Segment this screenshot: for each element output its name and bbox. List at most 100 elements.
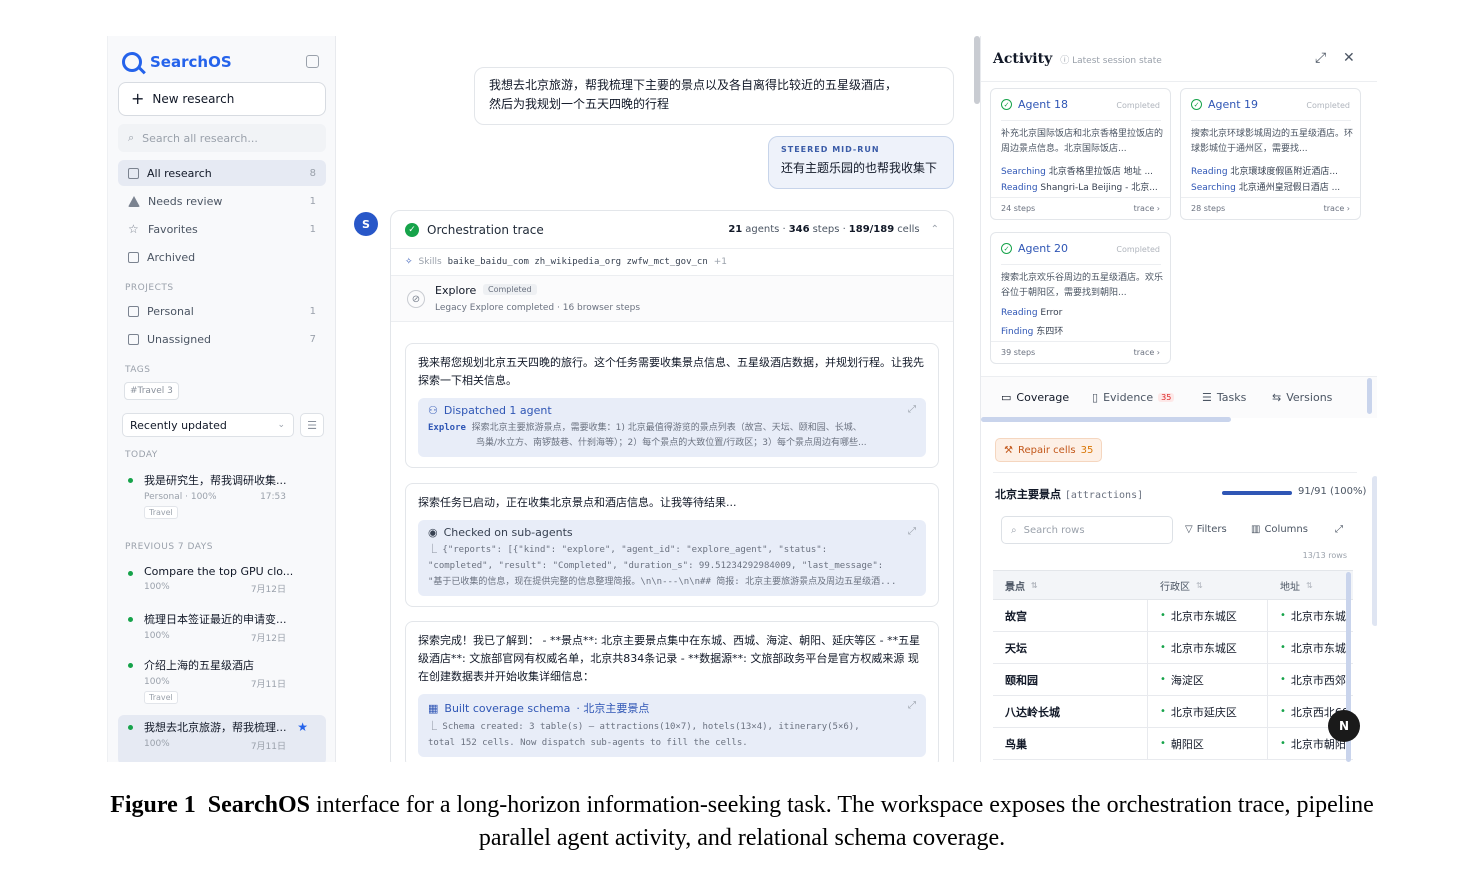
tool-call-schema[interactable]: ▦ Built coverage schema · 北京主要景点 ⤢ ⎿ Schem… bbox=[418, 694, 926, 757]
favorite-star-icon[interactable]: ★ bbox=[297, 720, 308, 734]
status-dot bbox=[128, 478, 133, 483]
status-dot: • bbox=[1160, 674, 1166, 685]
floating-badge[interactable]: N bbox=[1328, 710, 1360, 742]
table-cell[interactable]: • 北京市东城区 bbox=[1148, 600, 1268, 631]
action-verb: Searching bbox=[1191, 183, 1236, 193]
tool-call-check[interactable]: ◉ Checked on sub-agents ⤢ ⎿ {"reports": [… bbox=[418, 520, 926, 596]
agent-action: Reading Error bbox=[1001, 308, 1163, 318]
expand-icon[interactable]: ⤢ bbox=[1335, 524, 1343, 535]
skills-list: baike_baidu_com zh_wikipedia_org zwfw_mc… bbox=[447, 257, 708, 267]
search-input[interactable]: ⌕ Search all research... bbox=[118, 124, 326, 152]
table-cell[interactable]: • 北京市东城区 bbox=[1148, 632, 1268, 663]
agent-card[interactable]: ✓ Agent 18 Completed 补充北京国际饭店和北京香格里拉饭店的周边… bbox=[990, 88, 1171, 220]
search-rows-input[interactable]: ⌕ Search rows bbox=[1001, 516, 1173, 544]
nav-all-research[interactable]: All research 8 bbox=[118, 160, 326, 186]
history-item[interactable]: 梳理日本签证最近的申请变... 100% 7月12日 bbox=[118, 607, 326, 645]
cell-value: 北京市延庆区 bbox=[1170, 705, 1237, 719]
tab-coverage[interactable]: ▭ Coverage bbox=[1001, 391, 1069, 404]
agent-status: Completed bbox=[1306, 101, 1350, 110]
filters-button[interactable]: ▽ Filters bbox=[1185, 524, 1227, 535]
history-item[interactable]: Compare the top GPU clo... 100% 7月12日 bbox=[118, 561, 326, 596]
table-row[interactable]: 天坛 • 北京市东城区 • 北京市东城 bbox=[993, 632, 1353, 664]
trace-header[interactable]: ✓ Orchestration trace 21 agents · 346 step… bbox=[391, 211, 953, 249]
table-cell[interactable]: 鸟巢 bbox=[993, 728, 1148, 759]
table-row[interactable]: 鸟巢 • 朝阳区 • 北京市朝阳 bbox=[993, 728, 1353, 760]
trace-link[interactable]: trace › bbox=[1134, 204, 1160, 213]
table-cell[interactable]: 故宫 bbox=[993, 600, 1148, 631]
history-item-active[interactable]: 我想去北京旅游，帮我梳理... ★ 100% 7月11日 bbox=[118, 715, 326, 762]
history-time: 7月12日 bbox=[250, 585, 286, 595]
users-icon: ⚇ bbox=[428, 404, 438, 417]
collapse-sidebar-icon[interactable] bbox=[306, 55, 319, 68]
table-cell[interactable]: 颐和园 bbox=[993, 664, 1148, 695]
nav-archived[interactable]: Archived bbox=[118, 244, 326, 270]
nav-needs-review[interactable]: Needs review 1 bbox=[118, 188, 326, 214]
table-cell[interactable]: • 北京市东城 bbox=[1268, 632, 1353, 663]
check-circle-icon: ✓ bbox=[405, 222, 419, 237]
tab-versions[interactable]: ⇆ Versions bbox=[1272, 391, 1332, 404]
tab-tasks[interactable]: ☰ Tasks bbox=[1202, 391, 1246, 404]
data-table: 景点 ⇅ 行政区 ⇅ 地址 ⇅ 故宫 • 北京市东城区 • 北京市东城 天坛 • 北京市东城… bbox=[993, 570, 1353, 760]
expand-icon[interactable]: ⤢ bbox=[908, 526, 916, 537]
tag-travel[interactable]: #Travel 3 bbox=[124, 382, 179, 400]
history-item[interactable]: 介绍上海的五星级酒店 100% 7月11日 Travel bbox=[118, 653, 326, 708]
table-row[interactable]: 故宫 • 北京市东城区 • 北京市东城 bbox=[993, 600, 1353, 632]
trace-link[interactable]: trace › bbox=[1324, 204, 1350, 213]
table-cell[interactable]: • 北京市西郊 bbox=[1268, 664, 1353, 695]
table-cell[interactable]: • 朝阳区 bbox=[1148, 728, 1268, 759]
assistant-message: 探索任务已启动，正在收集北京景点和酒店信息。让我等待结果... ◉ Checked… bbox=[405, 483, 939, 607]
history-meta: 100% bbox=[144, 677, 170, 687]
system-name: SearchOS bbox=[207, 792, 310, 818]
table-row[interactable]: 八达岭长城 • 北京市延庆区 • 北京西北60 bbox=[993, 696, 1353, 728]
expand-icon[interactable]: ⤢ bbox=[908, 404, 916, 415]
orchestration-trace: ✓ Orchestration trace 21 agents · 346 step… bbox=[390, 210, 954, 762]
table-cell[interactable]: • 北京市东城 bbox=[1268, 600, 1353, 631]
tool-call-dispatch[interactable]: ⚇ Dispatched 1 agent ⤢ Explore 探索北京主要旅游景点… bbox=[418, 398, 926, 457]
check-circle-icon: ✓ bbox=[1001, 99, 1012, 110]
filters-label: Filters bbox=[1196, 524, 1227, 535]
folder-icon bbox=[128, 333, 139, 345]
agent-status: Completed bbox=[1116, 101, 1160, 110]
new-research-button[interactable]: + New research bbox=[118, 82, 326, 116]
tab-label: Versions bbox=[1286, 391, 1333, 404]
columns-button[interactable]: ▥ Columns bbox=[1251, 524, 1308, 535]
action-object: Error bbox=[1040, 308, 1063, 318]
table-cell[interactable]: • 海淀区 bbox=[1148, 664, 1268, 695]
history-item[interactable]: 我是研究生，帮我调研收集... Personal · 100% 17:53 Tra… bbox=[118, 468, 326, 523]
tab-vscrollbar[interactable] bbox=[1367, 378, 1372, 414]
repair-cells-button[interactable]: ⚒ Repair cells 35 bbox=[995, 438, 1103, 462]
tab-evidence[interactable]: ▯ Evidence 35 bbox=[1092, 391, 1175, 404]
sort-options-button[interactable]: ☰ bbox=[300, 413, 324, 437]
agent-card[interactable]: ✓ Agent 20 Completed 搜索北京欢乐谷周边的五星级酒店。欢乐谷位… bbox=[990, 232, 1171, 364]
table-cell[interactable]: 八达岭长城 bbox=[993, 696, 1148, 727]
table-row[interactable]: 颐和园 • 海淀区 • 北京市西郊 bbox=[993, 664, 1353, 696]
status-dot: • bbox=[1280, 706, 1286, 717]
column-header[interactable]: 景点 ⇅ bbox=[993, 571, 1148, 599]
chevron-up-icon[interactable]: ⌃ bbox=[931, 224, 939, 235]
table-cell[interactable]: • 北京市延庆区 bbox=[1148, 696, 1268, 727]
nav-favorites[interactable]: ☆ Favorites 1 bbox=[118, 216, 326, 242]
trace-link[interactable]: trace › bbox=[1134, 348, 1160, 357]
column-header[interactable]: 行政区 ⇅ bbox=[1148, 571, 1268, 599]
panel-scrollbar[interactable] bbox=[1372, 476, 1377, 626]
column-header[interactable]: 地址 ⇅ bbox=[1268, 571, 1353, 599]
columns-icon: ▥ bbox=[1251, 524, 1261, 535]
skills-label: Skills bbox=[418, 257, 442, 267]
cell-value: 北京市东城区 bbox=[1170, 609, 1237, 623]
close-icon[interactable]: ✕ bbox=[1343, 50, 1355, 66]
versions-icon: ⇆ bbox=[1272, 391, 1282, 404]
tab-scrollbar[interactable] bbox=[981, 417, 1231, 422]
history-meta: 100% bbox=[144, 631, 170, 641]
agent-name: Agent 20 bbox=[1018, 242, 1069, 255]
explore-step[interactable]: ⊘ Explore Completed Legacy Explore compl… bbox=[391, 276, 953, 322]
sort-select[interactable]: Recently updated ⌄ bbox=[122, 413, 294, 437]
table-cell[interactable]: 天坛 bbox=[993, 632, 1148, 663]
agent-kind: Explore bbox=[428, 423, 466, 433]
skills-more[interactable]: +1 bbox=[714, 257, 727, 267]
project-unassigned[interactable]: Unassigned 7 bbox=[118, 326, 326, 352]
agent-card[interactable]: ✓ Agent 19 Completed 搜索北京环球影城周边的五星级酒店。环球影… bbox=[1180, 88, 1361, 220]
history-tag: Travel bbox=[144, 691, 178, 704]
project-personal[interactable]: Personal 1 bbox=[118, 298, 326, 324]
expand-icon[interactable]: ⤢ bbox=[908, 700, 916, 711]
expand-icon[interactable]: ⤢ bbox=[1315, 50, 1326, 66]
